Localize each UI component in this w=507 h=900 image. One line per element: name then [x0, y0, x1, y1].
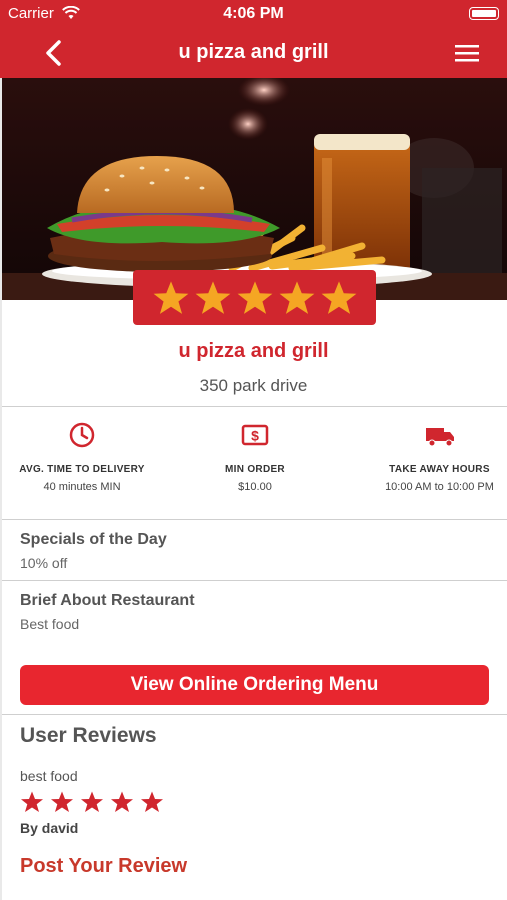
star-icon: [21, 791, 43, 812]
hamburger-menu-icon: [455, 45, 479, 62]
star-icon: [321, 280, 356, 314]
star-icon: [195, 280, 230, 314]
info-label: MIN ORDER: [225, 464, 285, 475]
star-icon: [279, 280, 314, 314]
info-min-order: $ MIN ORDER $10.00: [175, 420, 335, 493]
view-menu-button[interactable]: View Online Ordering Menu: [20, 665, 489, 705]
dollar-bill-icon: $: [241, 424, 269, 446]
divider: [2, 714, 507, 715]
brief-body: Best food: [20, 616, 80, 632]
star-icon: [81, 791, 103, 812]
info-value: 10:00 AM to 10:00 PM: [385, 481, 494, 493]
restaurant-address: 350 park drive: [199, 376, 308, 395]
svg-text:$: $: [251, 428, 259, 444]
status-bar: Carrier 4:06 PM: [0, 0, 507, 28]
info-label: AVG. TIME TO DELIVERY: [19, 464, 145, 475]
post-review-link[interactable]: Post Your Review: [20, 855, 187, 878]
clock-icon: [69, 422, 95, 448]
info-delivery-time: AVG. TIME TO DELIVERY 40 minutes MIN: [2, 420, 162, 493]
brief-title: Brief About Restaurant: [20, 592, 195, 609]
info-value: 40 minutes MIN: [43, 481, 121, 493]
star-icon: [237, 280, 272, 314]
menu-button[interactable]: [455, 43, 479, 63]
star-icon: [153, 280, 188, 314]
page-title: u pizza and grill: [178, 41, 329, 63]
clock-time: 4:06 PM: [223, 5, 284, 22]
star-icon: [111, 791, 133, 812]
review-text: best food: [20, 768, 78, 784]
battery-icon: [469, 7, 499, 20]
hero-image: [2, 78, 507, 300]
star-icon: [51, 791, 73, 812]
restaurant-rating: [133, 270, 376, 325]
divider: [2, 580, 507, 581]
specials-body: 10% off: [20, 555, 68, 571]
reviews-title: User Reviews: [20, 724, 157, 747]
nav-bar: u pizza and grill: [0, 28, 507, 78]
info-takeaway-hours: TAKE AWAY HOURS 10:00 AM to 10:00 PM: [372, 420, 507, 493]
specials-title: Specials of the Day: [20, 531, 167, 548]
delivery-truck-icon: [425, 428, 454, 447]
review-rating: [20, 790, 164, 814]
divider: [2, 519, 507, 520]
restaurant-name: u pizza and grill: [178, 340, 329, 362]
info-label: TAKE AWAY HOURS: [389, 464, 490, 475]
star-icon: [141, 791, 163, 812]
info-value: $10.00: [238, 481, 272, 493]
divider: [2, 406, 507, 407]
review-author: By david: [20, 820, 79, 836]
